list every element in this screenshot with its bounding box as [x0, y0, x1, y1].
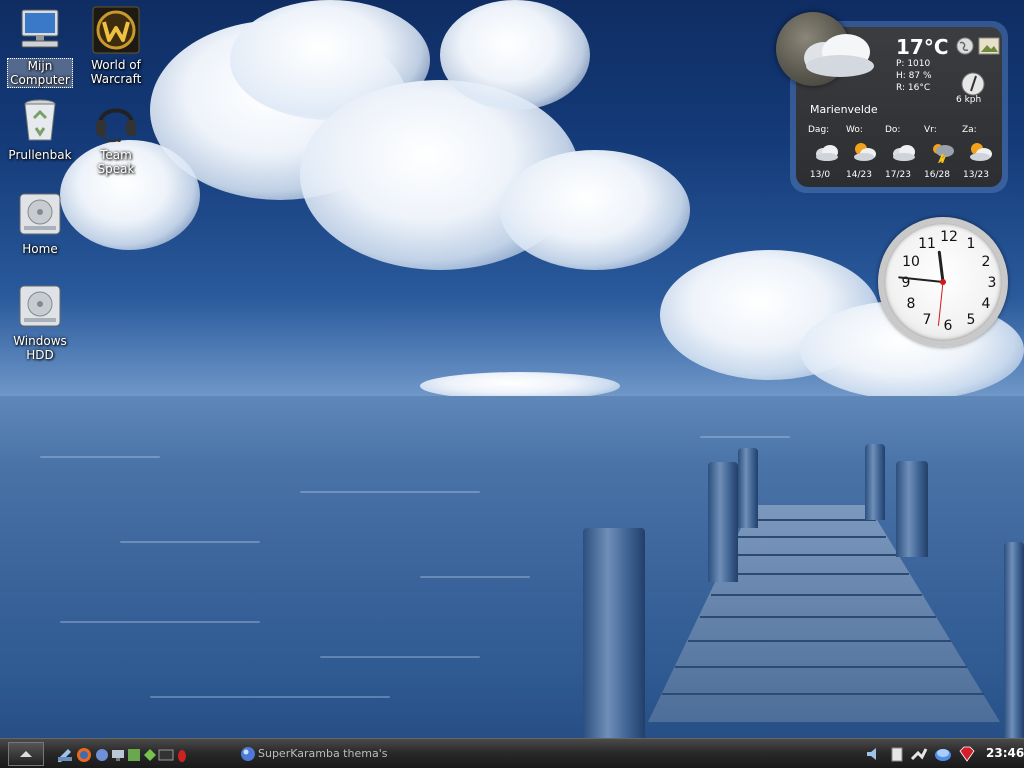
globe-icon[interactable]	[956, 37, 974, 55]
humidity-readout: H: 87 %	[896, 71, 932, 81]
desktop-icon-windows-hdd[interactable]: Windows HDD	[2, 282, 78, 362]
plugin-icon[interactable]	[142, 747, 158, 763]
desktop-icon-label: Prullenbak	[8, 148, 72, 162]
wind-direction-icon	[961, 72, 985, 96]
globe-tray-icon[interactable]	[934, 745, 952, 763]
partly-sunny-icon	[970, 143, 992, 161]
pier-post	[738, 448, 758, 528]
forecast-day: Dag:	[808, 125, 830, 135]
feels-like-readout: R: 16°C	[896, 83, 931, 93]
thunderstorm-icon	[933, 144, 954, 163]
desktop-icon-teamspeak[interactable]: Team Speak	[78, 96, 154, 176]
partly-sunny-icon	[854, 143, 876, 161]
clock-minute-hand	[898, 276, 944, 283]
pier-post	[708, 462, 738, 582]
edit-icon[interactable]	[56, 745, 74, 763]
taskbar-clock[interactable]: 23:46	[986, 746, 1024, 760]
current-temperature: 17°C	[896, 35, 949, 59]
analog-clock-widget[interactable]: 12 1 2 3 4 5 6 7 8 9 10 11	[878, 217, 1008, 347]
wind-speed: 6 kph	[956, 95, 982, 105]
city-name: Marienvelde	[810, 103, 878, 116]
pier-post	[896, 461, 928, 557]
hard-drive-icon	[16, 282, 64, 330]
desktop-icon-trash[interactable]: Prullenbak	[2, 96, 78, 162]
network-icon[interactable]	[110, 747, 126, 763]
clock-hands	[898, 250, 946, 326]
tools-icon[interactable]	[126, 747, 142, 763]
world-of-warcraft-icon	[92, 6, 140, 54]
desktop-icon-label: Team Speak	[97, 148, 135, 176]
forecast-range: 14/23	[846, 170, 872, 180]
chat-icon[interactable]	[94, 747, 110, 763]
desktop-icon-label: Windows HDD	[13, 334, 67, 362]
taskbar-task-button[interactable]: SuperKaramba thema's	[258, 747, 387, 760]
cloudy-icon	[893, 145, 915, 161]
start-menu-button[interactable]	[8, 742, 44, 766]
desktop-icon-world-of-warcraft[interactable]: World of Warcraft	[78, 6, 154, 86]
arrow-up-icon	[20, 751, 32, 757]
pier-post	[583, 528, 645, 738]
trash-icon	[16, 96, 64, 144]
pier-post	[865, 444, 885, 520]
taskbar: SuperKaramba thema's 23:46	[0, 738, 1024, 768]
superkaramba-icon	[241, 747, 255, 761]
headset-icon	[92, 96, 140, 144]
desktop-icon-label: Mijn Computer	[7, 58, 73, 88]
forecast-range: 16/28	[924, 170, 950, 180]
image-icon[interactable]	[978, 37, 1000, 55]
desktop-icon-label: World of Warcraft	[90, 58, 142, 86]
current-cloudy-icon	[804, 34, 874, 77]
clipboard-icon[interactable]	[888, 745, 906, 763]
forecast-range: 13/23	[963, 170, 989, 180]
forecast-range: 17/23	[885, 170, 911, 180]
desktop-icon-label: Home	[22, 242, 58, 256]
ruby-gem-icon[interactable]	[958, 745, 976, 763]
computer-icon	[16, 6, 64, 54]
clock-second-hand	[937, 281, 944, 326]
forecast-range: 13/0	[809, 170, 831, 180]
desktop-icon-home[interactable]: Home	[2, 190, 78, 256]
terminal-icon[interactable]	[158, 747, 174, 763]
cloudy-icon	[816, 145, 838, 161]
forecast-day: Do:	[885, 125, 901, 135]
forecast-day: Vr:	[924, 125, 937, 135]
desktop-icon-my-computer[interactable]: Mijn Computer	[2, 6, 78, 88]
forecast-day: Za:	[962, 125, 977, 135]
firefox-icon[interactable]	[76, 747, 92, 763]
pressure-readout: P: 1010	[896, 59, 931, 69]
hard-drive-icon	[16, 190, 64, 238]
mouse-icon[interactable]	[174, 747, 190, 763]
volume-icon[interactable]	[864, 745, 882, 763]
connection-icon[interactable]	[910, 745, 928, 763]
clock-center	[940, 279, 946, 285]
clock-hour-hand	[937, 250, 945, 284]
pier-post	[1004, 542, 1024, 738]
forecast-day: Wo:	[846, 125, 863, 135]
